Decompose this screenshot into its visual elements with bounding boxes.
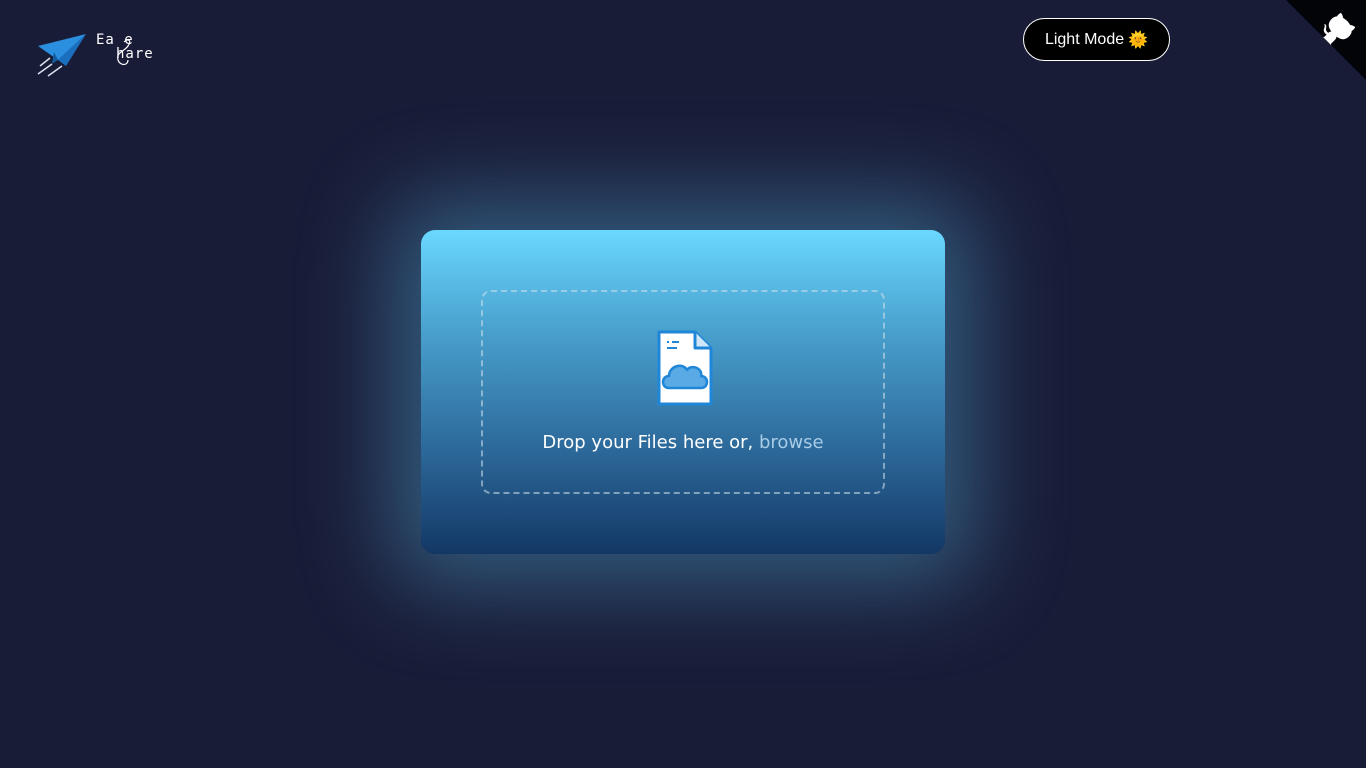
drop-instructions: Drop your Files here or, browse <box>483 432 883 453</box>
app-logo[interactable]: Ea e hare <box>36 30 176 80</box>
github-corner-link[interactable] <box>1286 0 1366 80</box>
light-mode-toggle-button[interactable]: Light Mode 🌞 <box>1023 18 1170 61</box>
browse-link[interactable]: browse <box>759 432 824 453</box>
sun-icon: 🌞 <box>1128 31 1149 49</box>
drop-prompt-text: Drop your Files here or, <box>542 432 754 453</box>
file-drop-zone[interactable]: Drop your Files here or, browse <box>481 290 885 494</box>
github-octocat-icon <box>1286 0 1366 80</box>
light-mode-label: Light Mode <box>1044 30 1125 48</box>
page: Ea e hare Light Mode 🌞 Drop your Files h… <box>0 0 1366 768</box>
paper-plane-icon <box>37 34 86 77</box>
upload-card: Drop your Files here or, browse <box>421 230 945 554</box>
file-cloud-upload-icon <box>657 330 713 406</box>
logo-text-bottom: hare <box>116 46 154 62</box>
